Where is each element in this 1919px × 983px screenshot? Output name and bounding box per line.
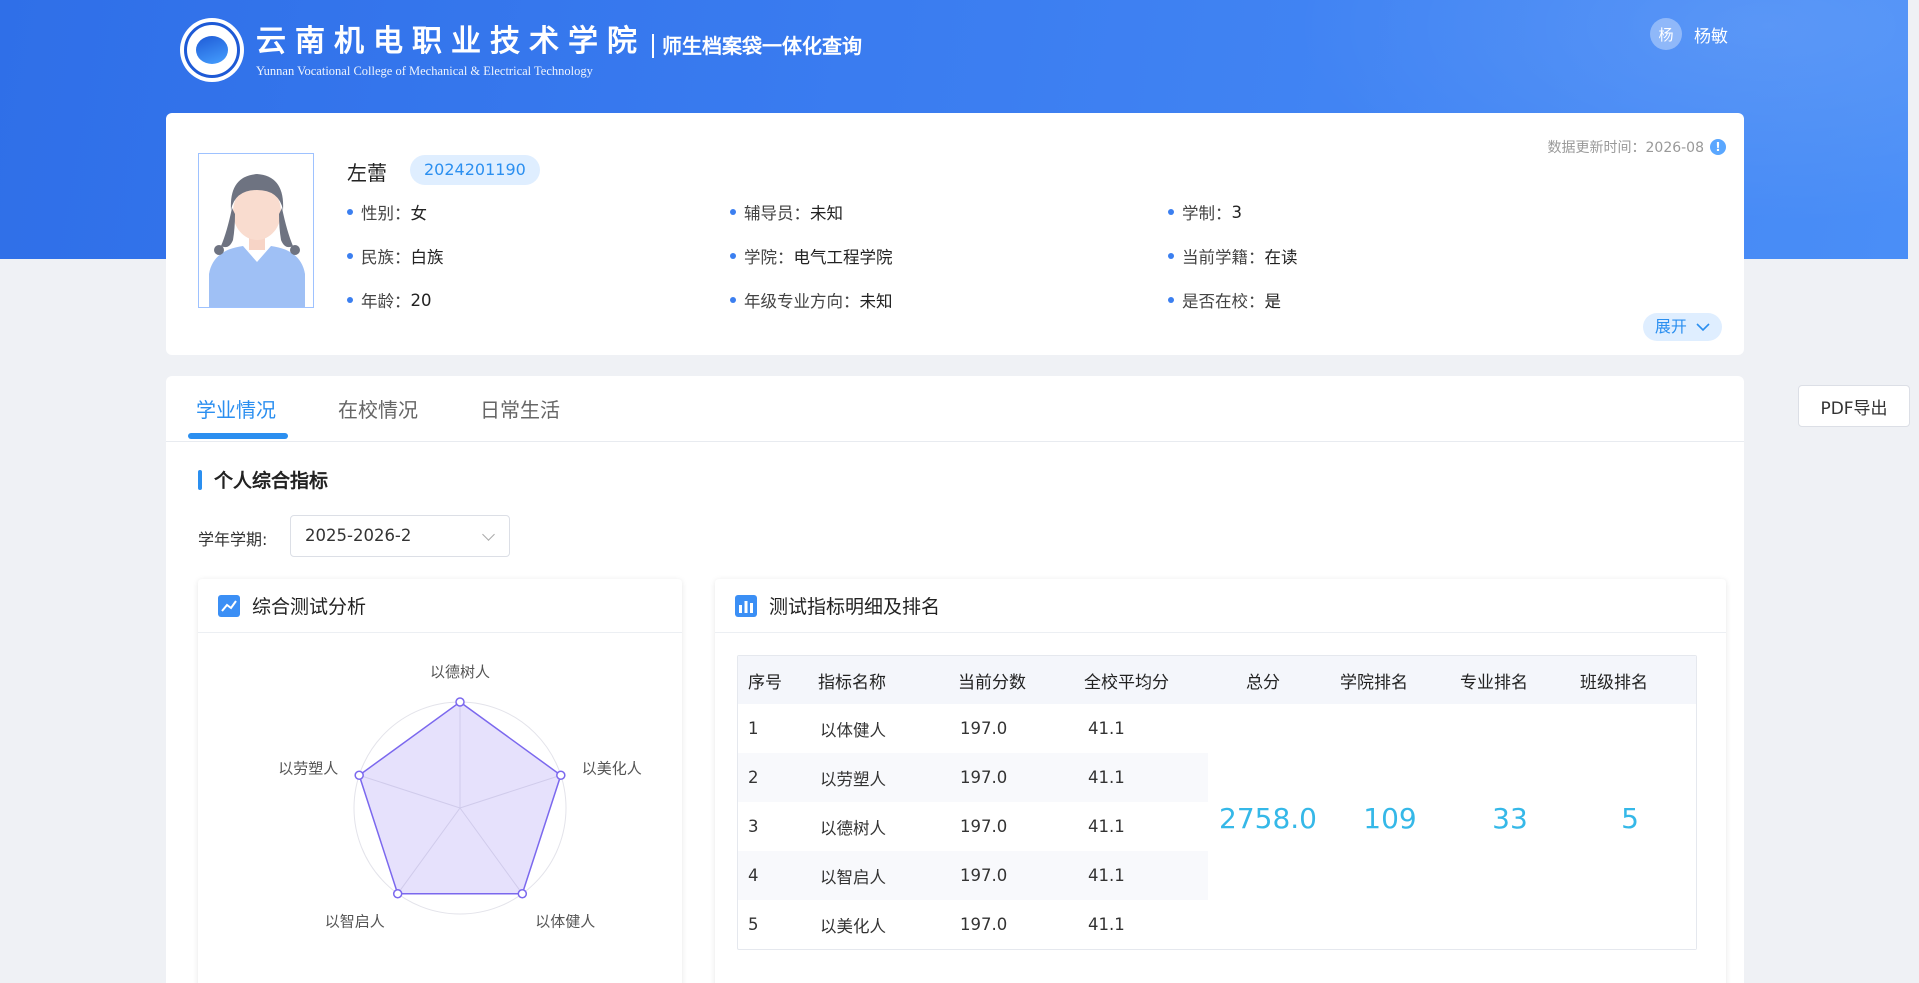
field-counselor: 辅导员： 未知: [730, 200, 843, 224]
field-duration: 学制： 3: [1168, 200, 1242, 224]
student-id-badge: 2024201190: [410, 155, 540, 185]
radar-axis-label: 以智启人: [325, 913, 385, 931]
radar-chart: 以德树人以美化人以体健人 以智启人 以劳塑人: [278, 663, 642, 931]
tab-academic[interactable]: 学业情况: [196, 394, 276, 423]
col-college-rank: 学院排名: [1340, 672, 1408, 693]
avatar: 杨: [1650, 18, 1682, 50]
total-score: 2758.0: [1219, 802, 1317, 835]
chevron-down-icon: [1696, 323, 1710, 332]
tab-bar: 学业情况 在校情况 日常生活: [166, 376, 1744, 442]
student-photo: [198, 153, 314, 308]
expand-button[interactable]: 展开: [1642, 313, 1722, 341]
radar-point: [354, 770, 364, 780]
tab-active-indicator: [188, 433, 288, 439]
school-name-cn: 云南机电职业技术学院: [256, 23, 646, 59]
radar-point: [392, 889, 403, 899]
radar-point: [556, 770, 566, 780]
radar-panel: 综合测试分析 以德树人以美化人以体健人 以智启人 以劳塑人: [198, 579, 682, 983]
school-logo[interactable]: 云南机电职业技术学院 Yunnan Vocational College of …: [180, 18, 646, 82]
field-on-campus: 是否在校：是: [1168, 288, 1281, 312]
field-gender: 性别：女: [347, 200, 427, 224]
college-rank: 109: [1363, 802, 1417, 835]
chart-icon: [218, 594, 240, 617]
merged-rank-cell: 2758.0 109 33 5: [1208, 704, 1696, 949]
update-time: 数据更新时间：2026-08 !: [1547, 137, 1726, 157]
main-content-card: 学业情况 在校情况 日常生活 个人综合指标 学年学期: 2025-2026-2 …: [166, 376, 1744, 983]
field-ethnicity: 民族： 白族: [347, 244, 444, 268]
ranking-table: 序号 指标名称 当前分数 全校平均分 总分 学院排名 专业排名 班级排名 1 以…: [737, 655, 1697, 950]
field-college: 学院： 电气工程学院: [730, 244, 893, 268]
col-current-score: 当前分数: [958, 672, 1026, 693]
radar-point: [455, 697, 465, 707]
col-major-rank: 专业排名: [1460, 672, 1528, 693]
col-total: 总分: [1246, 672, 1280, 693]
major-rank: 33: [1492, 802, 1528, 835]
field-age: 年龄： 20: [347, 288, 432, 312]
field-status: 当前学籍： 在读: [1168, 244, 1298, 268]
tab-daily-life[interactable]: 日常生活: [480, 394, 560, 423]
radar-axis-label: 以劳塑人: [278, 759, 338, 777]
chevron-down-icon: [482, 528, 495, 541]
pdf-export-button[interactable]: PDF导出: [1798, 385, 1910, 427]
student-avatar-icon: [199, 154, 313, 307]
student-name: 左蕾: [347, 161, 387, 185]
class-rank: 5: [1621, 802, 1639, 835]
user-menu[interactable]: 杨 杨敏: [1650, 18, 1728, 50]
radar-axis-label: 以美化人: [582, 759, 642, 777]
update-time-text: 数据更新时间：2026-08: [1547, 140, 1705, 156]
table-header: 序号 指标名称 当前分数 全校平均分 总分 学院排名 专业排名 班级排名: [738, 656, 1696, 704]
ranking-panel-title: 测试指标明细及排名: [769, 596, 941, 618]
field-major-direction: 年级专业方向： 未知: [730, 288, 893, 312]
radar-axis-label: 以体健人: [535, 913, 595, 931]
radar-axis-label: 以德树人: [430, 663, 490, 681]
col-school-average: 全校平均分: [1084, 672, 1169, 693]
info-icon[interactable]: !: [1710, 139, 1726, 155]
bar-chart-icon: [735, 594, 757, 617]
radar-point: [517, 889, 528, 899]
school-emblem-icon: [180, 18, 244, 82]
section-title: 个人综合指标: [198, 466, 328, 493]
ranking-panel: 测试指标明细及排名 序号 指标名称 当前分数 全校平均分 总分 学院排名 专业排…: [715, 579, 1726, 983]
radar-panel-title: 综合测试分析: [252, 596, 367, 618]
tab-campus[interactable]: 在校情况: [338, 394, 418, 423]
student-profile-card: 左蕾 2024201190 数据更新时间：2026-08 ! 性别：女 辅导员：…: [166, 113, 1744, 355]
school-name-en: Yunnan Vocational College of Mechanical …: [256, 63, 593, 78]
col-index: 序号: [748, 672, 782, 693]
system-title: 师生档案袋一体化查询: [652, 34, 862, 58]
col-indicator: 指标名称: [818, 672, 886, 693]
col-class-rank: 班级排名: [1580, 672, 1648, 693]
user-name: 杨敏: [1694, 26, 1728, 47]
term-select[interactable]: 2025-2026-2: [290, 515, 510, 557]
term-label: 学年学期:: [198, 530, 268, 549]
